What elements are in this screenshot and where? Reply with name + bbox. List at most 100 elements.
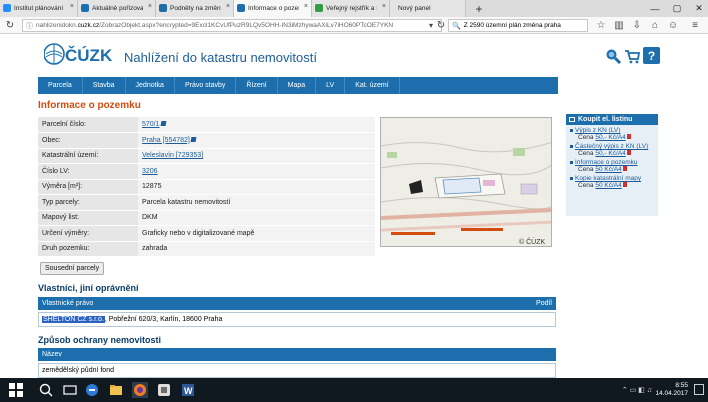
- external-link-icon[interactable]: [160, 121, 166, 126]
- favicon-icon: [315, 4, 323, 12]
- sidebar-item: Částečný výpis z KN (LV) Cena 50,- Kč/A4: [566, 143, 658, 157]
- search-input[interactable]: 🔍 Z 2590 územní plán změna praha: [448, 19, 588, 32]
- app-icon[interactable]: [156, 382, 172, 398]
- windows-taskbar: W ⌃ ▭ ◧ ♫ 8:55 14.04.2017: [0, 378, 708, 402]
- info-row: Parcelní číslo: 570/1: [38, 117, 375, 133]
- browser-tab[interactable]: Podněty na změny úze... ×: [156, 0, 234, 17]
- download-icon[interactable]: ⇩: [630, 19, 644, 32]
- sidebar-heading: Koupit el. listinu: [566, 114, 658, 125]
- info-value-link[interactable]: Praha [554782]: [142, 137, 190, 144]
- file-explorer-icon[interactable]: [108, 382, 124, 398]
- library-icon[interactable]: ▥: [612, 19, 626, 32]
- windows-start-icon[interactable]: [8, 382, 24, 398]
- menu-item[interactable]: Kat. území: [345, 77, 400, 94]
- neighbor-parcels-button[interactable]: Sousední parcely: [40, 262, 105, 275]
- price-link[interactable]: 50 Kč/A4: [595, 182, 621, 189]
- parcel-map[interactable]: © ČÚZK: [380, 117, 552, 247]
- menu-item[interactable]: Mapa: [278, 77, 317, 94]
- search-icon: 🔍: [452, 22, 461, 30]
- close-tab-icon[interactable]: ×: [382, 3, 386, 10]
- info-value: Parcela katastru nemovitostí: [142, 198, 231, 206]
- info-key: Typ parcely:: [38, 194, 138, 211]
- new-tab-icon[interactable]: +: [466, 0, 492, 17]
- price-link[interactable]: 50 Kč/A4: [595, 166, 621, 173]
- task-view-icon[interactable]: [62, 382, 78, 398]
- page-title: Informace o pozemku: [38, 100, 141, 111]
- menu-item[interactable]: Parcela: [38, 77, 83, 94]
- minimize-icon[interactable]: —: [644, 0, 666, 17]
- site-title: Nahlížení do katastru nemovitostí: [124, 50, 317, 65]
- menu-item[interactable]: Stavba: [83, 77, 126, 94]
- menu-icon[interactable]: ≡: [688, 19, 702, 32]
- bullet-icon: [570, 176, 573, 180]
- search-icon[interactable]: [604, 47, 621, 64]
- info-row: Obec: Praha [554782]: [38, 132, 375, 149]
- tray-icons[interactable]: ⌃ ▭ ◧ ♫: [622, 386, 652, 394]
- price-label: Cena: [578, 150, 594, 157]
- home-icon[interactable]: ⌂: [648, 19, 662, 32]
- menu-item[interactable]: Řízení: [236, 77, 278, 94]
- tab-label: Informace o pozemku ...: [248, 5, 299, 12]
- edge-icon[interactable]: [84, 382, 100, 398]
- browser-tab[interactable]: Aktuálně pořizované z... ×: [78, 0, 156, 17]
- info-row: Mapový list: DKM: [38, 210, 375, 226]
- sidebar-item-link[interactable]: Částečný výpis z KN (LV): [575, 143, 648, 150]
- sidebar-item-link[interactable]: Informace o pozemku: [575, 159, 638, 166]
- menu-item[interactable]: Právo stavby: [175, 77, 237, 94]
- refresh-icon[interactable]: ↻: [3, 19, 17, 32]
- maximize-icon[interactable]: ▢: [666, 0, 688, 17]
- info-value-link[interactable]: Veleslavín [729353]: [142, 152, 203, 159]
- close-tab-icon[interactable]: ×: [70, 3, 74, 10]
- info-key: Mapový list:: [38, 210, 138, 226]
- sidebar-item: Kopie katastrální mapy Cena 50 Kč/A4: [566, 175, 658, 189]
- svg-text:W: W: [184, 386, 193, 396]
- info-row: Výměra [m²]: 12875: [38, 179, 375, 195]
- firefox-icon[interactable]: [132, 382, 148, 398]
- protection-value: zemědělský půdní fond: [42, 367, 114, 374]
- info-row: Katastrální území: Veleslavín [729353]: [38, 148, 375, 164]
- info-value-cell: 3206: [138, 163, 375, 180]
- site-header: ČÚZK Nahlížení do katastru nemovitostí ?: [0, 35, 708, 77]
- info-value-cell: Graficky nebo v digitalizované mapě: [138, 225, 375, 242]
- browser-tab[interactable]: Veřejný rejstřík a Sbírk... ×: [312, 0, 390, 17]
- info-value-link[interactable]: 570/1: [142, 121, 160, 128]
- info-value-link[interactable]: 3206: [142, 168, 158, 175]
- cuzk-logo[interactable]: ČÚZK: [44, 41, 120, 67]
- tab-label: Nový panel: [398, 5, 431, 12]
- word-icon[interactable]: W: [180, 382, 196, 398]
- extension-icon[interactable]: ☺: [666, 19, 680, 32]
- info-key: Určení výměry:: [38, 225, 138, 242]
- info-value: DKM: [142, 214, 158, 222]
- close-tab-icon[interactable]: ×: [148, 3, 152, 10]
- sidebar-item-link[interactable]: Výpis z KN (LV): [575, 127, 620, 134]
- col-name: Název: [42, 351, 62, 358]
- close-tab-icon[interactable]: ×: [226, 3, 230, 10]
- tab-label: Institut plánování a r...: [14, 5, 65, 12]
- browser-tab[interactable]: Nový panel: [390, 0, 466, 17]
- protection-table-header: Název: [38, 348, 556, 361]
- info-value-cell: 570/1: [138, 117, 375, 133]
- price-link[interactable]: 50,- Kč/A4: [595, 150, 625, 157]
- price-link[interactable]: 50,- Kč/A4: [595, 134, 625, 141]
- close-tab-icon[interactable]: ×: [304, 3, 308, 10]
- menu-item[interactable]: LV: [316, 77, 346, 94]
- external-link-icon[interactable]: [190, 136, 197, 142]
- browser-tab[interactable]: Institut plánování a r... ×: [0, 0, 78, 17]
- info-row: Typ parcely: Parcela katastru nemovitostí: [38, 194, 375, 211]
- clock[interactable]: 8:55 14.04.2017: [655, 382, 688, 398]
- browser-tab[interactable]: Informace o pozemku ... ×: [234, 0, 312, 17]
- menu-item[interactable]: Jednotka: [126, 77, 175, 94]
- cart-icon[interactable]: [623, 47, 640, 64]
- sidebar-item-link[interactable]: Kopie katastrální mapy: [575, 175, 641, 182]
- search-icon[interactable]: [38, 382, 54, 398]
- owner-name[interactable]: SHELTON CZ s.r.o.: [42, 316, 105, 323]
- help-icon[interactable]: ?: [643, 47, 660, 64]
- notifications-icon[interactable]: [694, 384, 704, 395]
- col-ownership: Vlastnické právo: [42, 300, 94, 307]
- main-menu: Parcela Stavba Jednotka Právo stavby Řízení M…: [38, 77, 558, 94]
- tab-label: Podněty na změny úze...: [170, 5, 221, 12]
- star-icon[interactable]: ☆: [594, 19, 608, 32]
- reload-icon[interactable]: ↻: [434, 19, 448, 32]
- address-bar[interactable]: ⓘ nahlizenidokn. cuzk.cz/ZobrazObjekt.asp…: [22, 19, 442, 32]
- close-window-icon[interactable]: ✕: [688, 0, 708, 17]
